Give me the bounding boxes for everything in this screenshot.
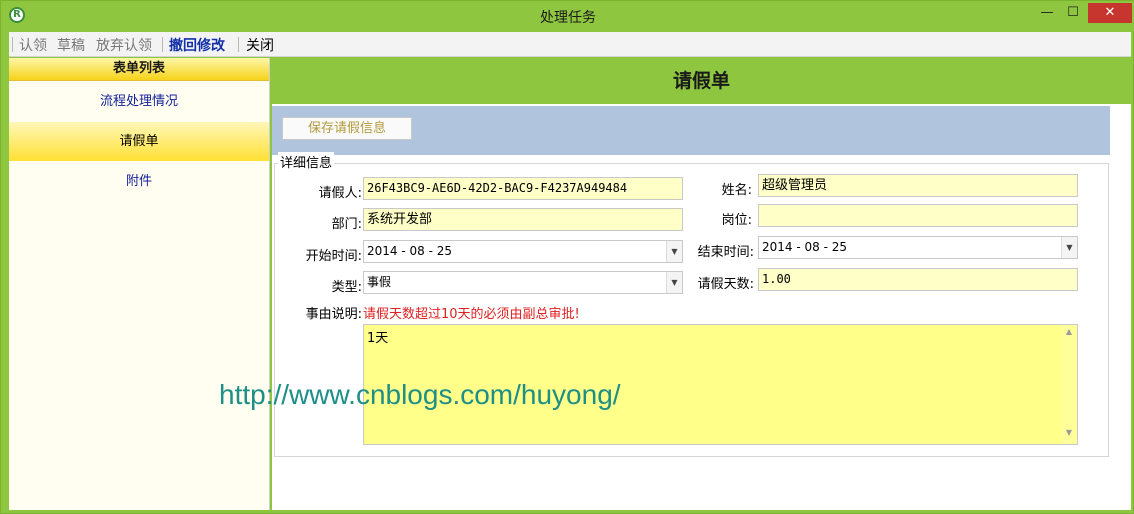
action-bar: 保存请假信息 [272,106,1110,155]
approval-warning: 请假天数超过10天的必须由副总审批! [363,307,580,322]
sidebar-item-leave-form[interactable]: 请假单 [9,122,269,161]
leave-days-field[interactable]: 1.00 [758,268,1078,291]
main-window: R 处理任务 — ☐ ✕ 认领 草稿 放弃认领 撤回修改 关闭 表单列表 流程处… [0,0,1134,514]
start-time-label: 开始时间: [305,249,362,264]
end-time-picker[interactable]: 2014 - 08 - 25 ▼ [758,236,1078,259]
chevron-down-icon[interactable]: ▼ [1061,237,1077,258]
draft-button[interactable]: 草稿 [57,35,85,55]
name-label: 姓名: [721,183,752,198]
toolbar-divider [238,37,239,52]
textarea-scrollbar[interactable]: ▲ ▼ [1061,325,1077,444]
maximize-icon[interactable]: ☐ [1060,3,1086,23]
window-title: 处理任务 [540,10,596,26]
page-title: 请假单 [272,58,1131,104]
claim-button[interactable]: 认领 [19,35,47,55]
department-field[interactable]: 系统开发部 [363,208,683,231]
revoke-edit-button[interactable]: 撤回修改 [169,35,225,55]
applicant-label: 请假人: [318,186,362,201]
title-bar: R 处理任务 — ☐ ✕ [1,1,1134,31]
sidebar-item-attachments[interactable]: 附件 [9,162,269,201]
leave-days-label: 请假天数: [697,277,754,292]
start-time-value: 2014 - 08 - 25 [367,244,452,258]
scroll-down-icon[interactable]: ▼ [1061,428,1077,442]
position-label: 岗位: [721,213,752,228]
blog-url-watermark: http://www.cnblogs.com/huyong/ [219,379,621,410]
form-list-sidebar: 表单列表 流程处理情况 请假单 附件 [9,58,270,510]
reason-label: 事由说明: [305,307,362,322]
sidebar-item-process-status[interactable]: 流程处理情况 [9,82,269,121]
leave-type-value: 事假 [367,275,392,289]
leave-type-select[interactable]: 事假 ▼ [363,271,683,294]
type-label: 类型: [331,280,362,295]
scroll-up-icon[interactable]: ▲ [1061,327,1077,341]
minimize-icon[interactable]: — [1034,3,1060,23]
close-icon[interactable]: ✕ [1088,3,1132,23]
reason-text: 1天 [367,331,389,346]
toolbar-divider [12,37,13,52]
position-field[interactable] [758,204,1078,227]
close-button[interactable]: 关闭 [246,35,274,55]
save-leave-button[interactable]: 保存请假信息 [282,117,412,140]
details-legend: 详细信息 [278,152,335,171]
toolbar-divider [162,37,163,52]
main-panel: 请假单 保存请假信息 详细信息 请假人: 26F43BC9-AE6D-42D2-… [272,58,1131,510]
sidebar-header: 表单列表 [9,58,269,81]
end-time-label: 结束时间: [697,245,754,260]
name-field[interactable]: 超级管理员 [758,174,1078,197]
department-label: 部门: [331,217,362,232]
start-time-picker[interactable]: 2014 - 08 - 25 ▼ [363,240,683,263]
end-time-value: 2014 - 08 - 25 [762,240,847,254]
applicant-field[interactable]: 26F43BC9-AE6D-42D2-BAC9-F4237A949484 [363,177,683,200]
toolbar: 认领 草稿 放弃认领 撤回修改 关闭 [9,32,1131,57]
abandon-claim-button[interactable]: 放弃认领 [96,35,152,55]
